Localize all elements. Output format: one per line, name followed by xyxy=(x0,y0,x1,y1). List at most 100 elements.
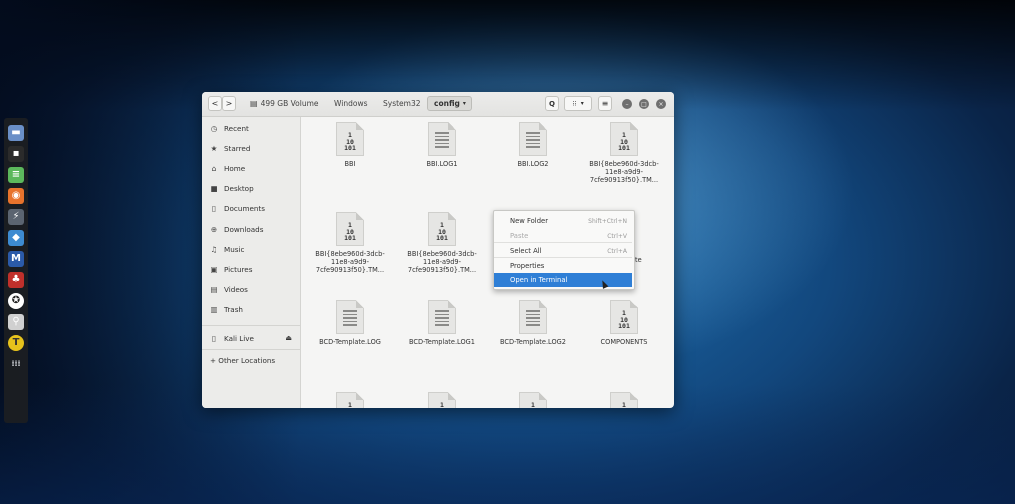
text-lines-glyph xyxy=(435,132,449,150)
forward-button[interactable]: > xyxy=(222,96,236,111)
close-button[interactable]: × xyxy=(656,99,666,109)
faraday-icon[interactable]: ✪ xyxy=(8,292,24,309)
view-options-button[interactable]: ⁝⁝ ▾ xyxy=(564,96,592,111)
terminal-app-icon[interactable]: ▪ xyxy=(8,145,24,162)
select-all-menu-item[interactable]: Select All Ctrl+A xyxy=(494,244,632,258)
sidebar-item-starred[interactable]: ★ Starred xyxy=(208,139,296,157)
file-item[interactable]: 1 10 101 xyxy=(493,392,573,408)
text-lines-glyph xyxy=(435,310,449,328)
metasploit-icon[interactable]: M xyxy=(8,250,24,267)
file-item[interactable]: 1 10 101 BBI{8ebe960d-3dcb-11e8-a9d9-7cfe… xyxy=(402,212,482,274)
sidebar-item-label: Downloads xyxy=(224,224,264,234)
breadcrumb-config[interactable]: config ▾ xyxy=(427,96,472,111)
file-name: COMPONENTS xyxy=(600,338,648,346)
search-button[interactable]: Q xyxy=(545,96,559,111)
file-item[interactable]: 1 10 101 xyxy=(584,392,664,408)
properties-menu-item[interactable]: Properties xyxy=(494,259,632,273)
video-icon: ▤ xyxy=(210,285,218,295)
eye-tool-icon[interactable]: ◆ xyxy=(8,229,24,246)
chevron-down-icon: ▾ xyxy=(580,100,584,107)
file-name: BBI{8ebe960d-3dcb-11e8-a9d9-7cfe90913f50… xyxy=(407,250,477,274)
text-file-icon xyxy=(336,300,364,334)
file-item[interactable]: BCD-Template.LOG2 xyxy=(493,300,573,346)
sidebar-item-label: + Other Locations xyxy=(210,355,276,365)
clock-icon: ◷ xyxy=(210,123,218,133)
sidebar-item-pictures[interactable]: ▣ Pictures xyxy=(208,260,296,278)
music-icon: ♫ xyxy=(210,244,218,254)
files-app-icon[interactable]: ▬ xyxy=(8,124,24,141)
binary-glyph: 1 10 101 xyxy=(618,309,630,330)
menu-item-label: New Folder xyxy=(510,217,548,225)
sidebar-item-documents[interactable]: ▯ Documents xyxy=(208,200,296,218)
pictures-icon: ▣ xyxy=(210,264,218,274)
star-icon: ★ xyxy=(210,143,218,153)
keyring-icon[interactable]: T xyxy=(8,334,24,351)
cherrytree-icon[interactable]: ♣ xyxy=(8,271,24,288)
breadcrumb-system32[interactable]: System32 xyxy=(383,96,421,111)
binary-glyph: 1 10 101 xyxy=(436,221,448,242)
menu-item-label: Paste xyxy=(510,232,529,240)
text-editor-icon[interactable]: ≡ xyxy=(8,166,24,183)
sidebar-item-desktop[interactable]: ■ Desktop xyxy=(208,180,296,198)
sidebar-item-label: Kali Live xyxy=(224,333,254,343)
file-item[interactable]: 1 10 101 BBI xyxy=(310,122,390,168)
show-apps-icon[interactable]: ⁞⁞⁞ xyxy=(8,356,24,372)
binary-file-icon: 1 10 101 xyxy=(428,212,456,246)
breadcrumb-windows[interactable]: Windows xyxy=(334,96,367,111)
back-button[interactable]: < xyxy=(208,96,222,111)
sidebar-item-other-locations[interactable]: + Other Locations xyxy=(208,351,296,369)
home-icon: ⌂ xyxy=(211,163,217,173)
sidebar-item-label: Pictures xyxy=(224,264,253,274)
sidebar-separator xyxy=(202,325,300,326)
sidebar-separator xyxy=(202,349,300,350)
menu-item-shortcut: Shift+Ctrl+N xyxy=(588,217,627,225)
burp-suite-icon[interactable]: ⚡ xyxy=(8,208,24,225)
sidebar-item-music[interactable]: ♫ Music xyxy=(208,240,296,258)
sidebar-item-videos[interactable]: ▤ Videos xyxy=(208,281,296,299)
file-item[interactable]: 1 10 101 xyxy=(402,392,482,408)
sidebar-item-home[interactable]: ⌂ Home xyxy=(208,159,296,177)
menu-item-shortcut: Ctrl+V xyxy=(607,232,627,240)
sidebar-item-recent[interactable]: ◷ Recent xyxy=(208,119,296,137)
wifi-tool-icon[interactable]: ⚲ xyxy=(8,313,24,330)
binary-file-icon: 1 10 101 xyxy=(336,212,364,246)
breadcrumb-volume[interactable]: ▤ 499 GB Volume xyxy=(250,96,319,111)
drive-icon: ▤ xyxy=(250,99,258,108)
sidebar-item-label: Music xyxy=(224,244,245,254)
sidebar-item-kali-live[interactable]: ▯ Kali Live ⏏ xyxy=(208,329,296,347)
text-lines-glyph xyxy=(526,310,540,328)
open-in-terminal-menu-item[interactable]: Open in Terminal xyxy=(494,273,632,287)
file-item[interactable]: BBI.LOG2 xyxy=(493,122,573,168)
paste-menu-item[interactable]: Paste Ctrl+V xyxy=(494,229,632,243)
minimize-button[interactable]: – xyxy=(622,99,632,109)
sidebar-item-trash[interactable]: ▥ Trash xyxy=(208,301,296,319)
file-item[interactable]: 1 10 101 xyxy=(310,392,390,408)
file-item[interactable]: BCD-Template.LOG xyxy=(310,300,390,346)
file-item[interactable]: BCD-Template.LOG1 xyxy=(402,300,482,346)
search-icon: Q xyxy=(549,99,555,108)
maximize-button[interactable]: □ xyxy=(639,99,649,109)
text-file-icon xyxy=(519,300,547,334)
file-item[interactable]: 1 10 101 COMPONENTS xyxy=(584,300,664,346)
text-file-icon xyxy=(428,300,456,334)
binary-file-icon: 1 10 101 xyxy=(610,300,638,334)
binary-glyph: 1 10 101 xyxy=(348,401,352,408)
binary-file-icon: 1 10 101 xyxy=(610,392,638,408)
file-name: BCD-Template.LOG1 xyxy=(409,338,475,346)
firefox-icon[interactable]: ◉ xyxy=(8,187,24,204)
sidebar-item-label: Videos xyxy=(224,285,248,295)
sidebar-item-downloads[interactable]: ⊕ Downloads xyxy=(208,220,296,238)
binary-glyph: 1 10 101 xyxy=(531,401,535,408)
menu-button[interactable]: ≡ xyxy=(598,96,612,111)
document-icon: ▯ xyxy=(211,204,217,214)
text-file-icon xyxy=(428,122,456,156)
menu-item-label: Select All xyxy=(510,247,542,255)
file-item[interactable]: 1 10 101 BBI{8ebe960d-3dcb-11e8-a9d9-7cfe… xyxy=(310,212,390,274)
sidebar-item-label: Desktop xyxy=(224,184,254,194)
file-item[interactable]: 1 10 101 BBI{8ebe960d-3dcb-11e8-a9d9-7cfe… xyxy=(584,122,664,184)
new-folder-menu-item[interactable]: New Folder Shift+Ctrl+N xyxy=(494,214,632,228)
eject-icon[interactable]: ⏏ xyxy=(285,334,292,342)
file-item[interactable]: BBI.LOG1 xyxy=(402,122,482,168)
sidebar: ▯ Kali Live ⏏ + Other Locations ◷ Recent ★… xyxy=(202,117,301,408)
binary-glyph: 1 10 101 xyxy=(344,131,356,152)
